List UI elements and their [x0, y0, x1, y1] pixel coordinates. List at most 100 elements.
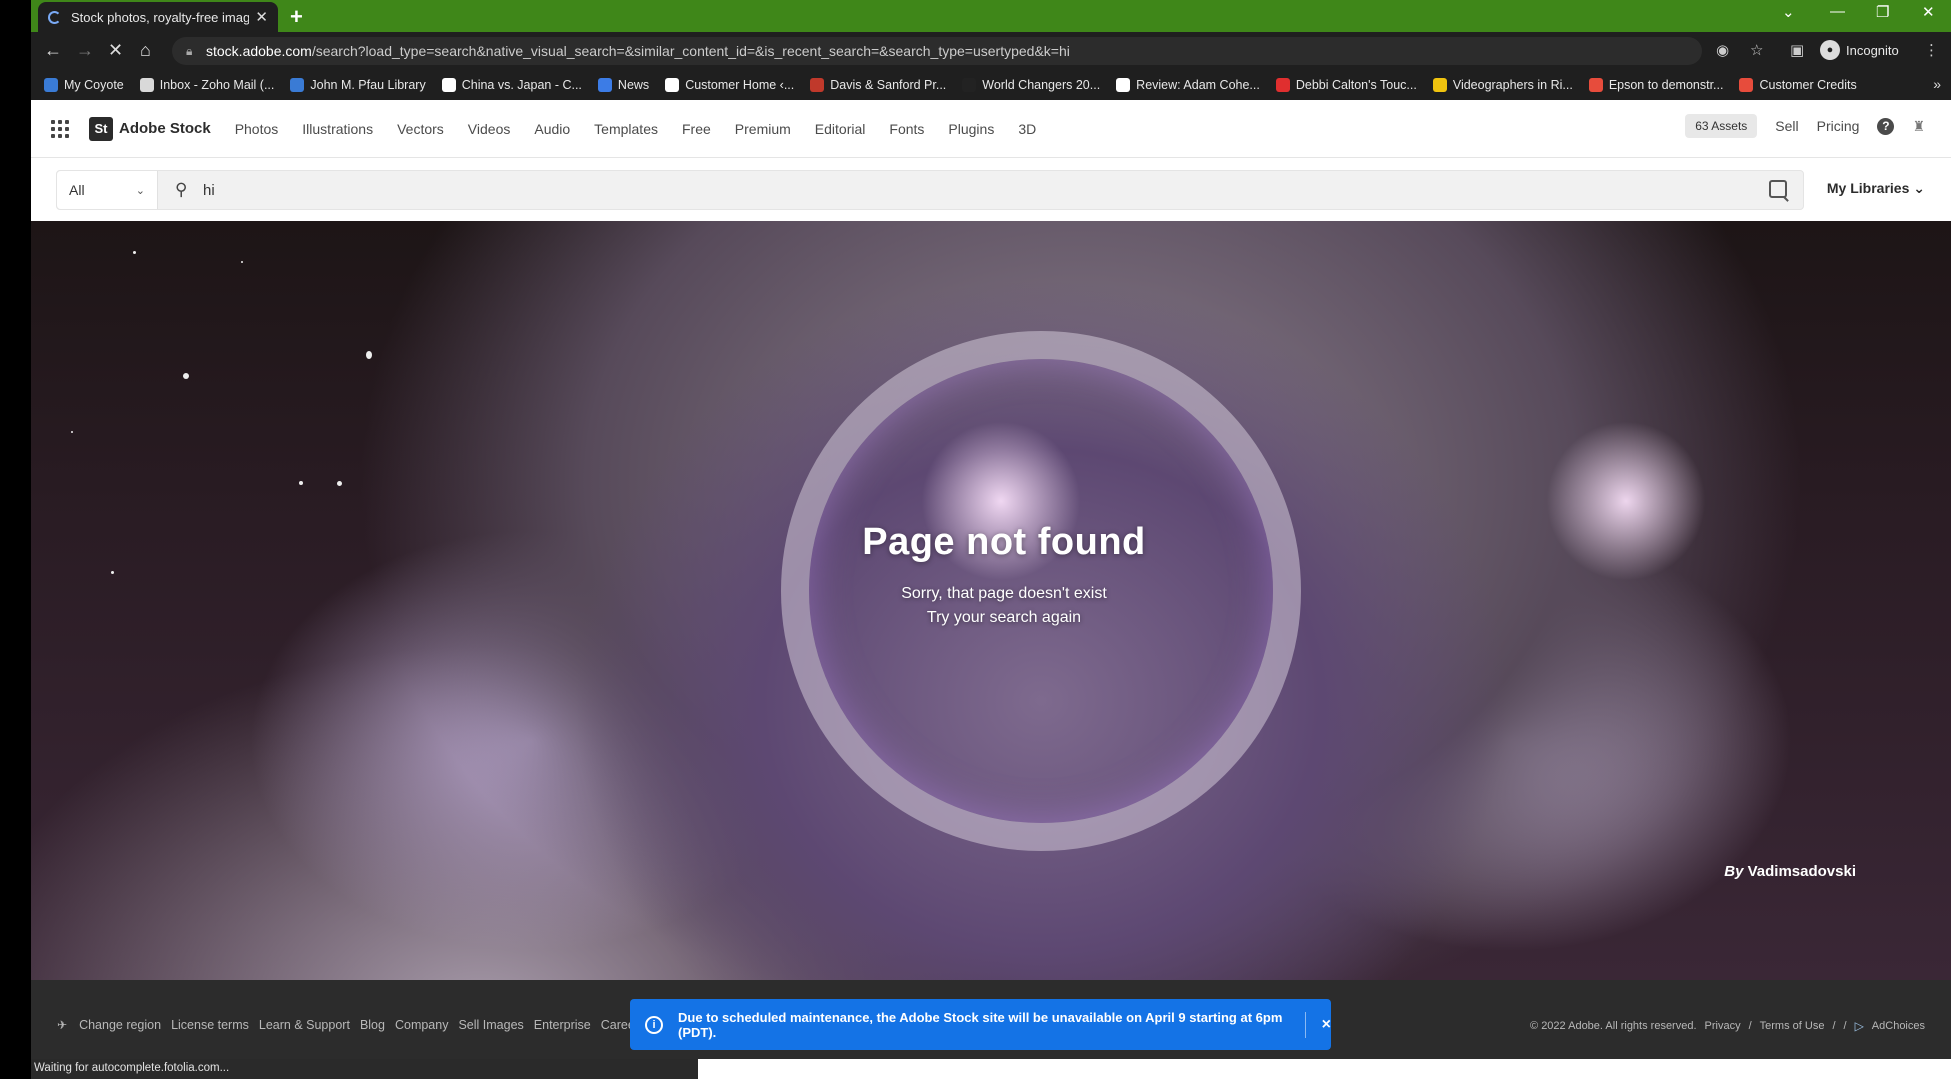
- banner-close-button[interactable]: ×: [1322, 1016, 1331, 1034]
- bookmarks-bar: My Coyote Inbox - Zoho Mail (... John M. P…: [31, 70, 1951, 100]
- forward-arrow-icon[interactable]: →: [76, 40, 94, 61]
- new-tab-button[interactable]: +: [290, 4, 303, 30]
- app-grid-icon[interactable]: [51, 119, 69, 138]
- home-icon[interactable]: ⌂: [140, 40, 151, 61]
- nav-link-audio[interactable]: Audio: [534, 121, 570, 137]
- footer-link-license-terms[interactable]: License terms: [171, 1018, 249, 1032]
- back-arrow-icon[interactable]: ←: [44, 40, 62, 61]
- pricing-link[interactable]: Pricing: [1817, 118, 1860, 134]
- adobe-stock-logo[interactable]: St: [89, 116, 113, 141]
- bookmark-label: China vs. Japan - C...: [461, 78, 582, 92]
- footer-link-enterprise[interactable]: Enterprise: [534, 1018, 591, 1032]
- bookmark-item[interactable]: China vs. Japan - C...: [441, 78, 582, 92]
- bookmark-favicon-icon: [597, 78, 612, 92]
- url-input[interactable]: 🔒︎ stock.adobe.com/search?load_type=sear…: [172, 37, 1702, 65]
- assets-badge[interactable]: 63 Assets: [1685, 114, 1758, 138]
- bookmark-label: Epson to demonstr...: [1608, 78, 1724, 92]
- incognito-label: Incognito: [1846, 42, 1899, 58]
- footer-link-learn-support[interactable]: Learn & Support: [259, 1018, 350, 1032]
- tab-bar: Stock photos, royalty-free image ✕ + ⌄ —…: [31, 0, 1951, 32]
- url-path: /search?load_type=search&native_visual_s…: [311, 43, 1070, 59]
- visual-search-icon[interactable]: [1769, 180, 1787, 198]
- bookmark-item[interactable]: Videographers in Ri...: [1432, 78, 1573, 92]
- nav-link-plugins[interactable]: Plugins: [948, 121, 994, 137]
- bookmark-item[interactable]: Debbi Calton's Touc...: [1275, 78, 1417, 92]
- bookmark-item[interactable]: Customer Home ‹...: [665, 78, 794, 92]
- nav-link-photos[interactable]: Photos: [235, 121, 279, 137]
- nav-link-editorial[interactable]: Editorial: [815, 121, 866, 137]
- asset-type-select[interactable]: All ⌄: [57, 171, 158, 209]
- tab-active[interactable]: Stock photos, royalty-free image ✕: [38, 2, 278, 32]
- tab-close-icon[interactable]: ✕: [255, 8, 268, 26]
- more-bookmarks-icon[interactable]: »: [1933, 76, 1941, 92]
- not-found-line-1: Sorry, that page doesn't exist: [901, 585, 1107, 602]
- bookmark-star-icon[interactable]: ☆: [1750, 41, 1763, 59]
- brand-name[interactable]: Adobe Stock: [119, 120, 211, 137]
- close-window-icon[interactable]: ✕: [1922, 3, 1935, 21]
- bookmark-item[interactable]: Epson to demonstr...: [1588, 78, 1724, 92]
- footer-link-blog[interactable]: Blog: [360, 1018, 385, 1032]
- bookmark-favicon-icon: [1116, 78, 1131, 92]
- search-input[interactable]: [203, 177, 1703, 203]
- bookmark-label: Davis & Sanford Pr...: [830, 78, 947, 92]
- help-icon[interactable]: ?: [1877, 117, 1895, 135]
- maintenance-banner: i Due to scheduled maintenance, the Adob…: [630, 999, 1331, 1050]
- asset-type-value: All: [69, 182, 85, 198]
- footer-links: ✈ Change region License terms Learn & Suppo…: [57, 1018, 645, 1032]
- stop-loading-icon[interactable]: ✕: [108, 40, 123, 61]
- bookmark-item[interactable]: Inbox - Zoho Mail (...: [139, 78, 275, 92]
- adchoices-icon[interactable]: ▷: [1855, 1019, 1864, 1033]
- tab-search-chevron-icon[interactable]: ⌄: [1782, 3, 1795, 21]
- bookmark-item[interactable]: John M. Pfau Library: [290, 78, 426, 92]
- info-icon: i: [645, 1015, 663, 1034]
- nav-link-illustrations[interactable]: Illustrations: [302, 121, 373, 137]
- bookmark-item[interactable]: Customer Credits: [1739, 78, 1857, 92]
- bookmark-item[interactable]: Davis & Sanford Pr...: [810, 78, 946, 92]
- site-header: St Adobe Stock Photos Illustrations Vector…: [31, 100, 1951, 158]
- minimize-icon[interactable]: —: [1830, 3, 1845, 20]
- search-bar: All ⌄ ⚲: [56, 170, 1804, 210]
- bookmark-favicon-icon: [1588, 78, 1603, 92]
- chevron-down-icon: ⌄: [135, 184, 145, 197]
- incognito-indicator[interactable]: ● Incognito: [1820, 40, 1899, 60]
- bookmark-favicon-icon: [1432, 78, 1447, 92]
- bookmark-label: Customer Credits: [1759, 78, 1857, 92]
- bookmark-item[interactable]: Review: Adam Cohe...: [1116, 78, 1260, 92]
- star: [366, 351, 372, 359]
- footer-link-sell-images[interactable]: Sell Images: [458, 1018, 523, 1032]
- url-host: stock.adobe.com: [206, 43, 312, 59]
- bookmark-item[interactable]: World Changers 20...: [962, 78, 1100, 92]
- nav-link-fonts[interactable]: Fonts: [889, 121, 924, 137]
- menu-kebab-icon[interactable]: ⋮: [1924, 41, 1939, 59]
- my-libraries-dropdown[interactable]: My Libraries ⌄: [1827, 180, 1925, 197]
- footer-link-company[interactable]: Company: [395, 1018, 449, 1032]
- side-panel-icon[interactable]: ▣: [1790, 41, 1804, 59]
- sell-link[interactable]: Sell: [1775, 118, 1798, 134]
- footer-legal: © 2022 Adobe. All rights reserved. Priva…: [1530, 1019, 1925, 1033]
- eye-slash-icon[interactable]: ◉: [1716, 41, 1729, 59]
- nav-link-videos[interactable]: Videos: [468, 121, 511, 137]
- credit-author-link[interactable]: Vadimsadovski: [1748, 863, 1856, 880]
- nav-link-templates[interactable]: Templates: [594, 121, 658, 137]
- profile-avatar-icon[interactable]: ♜: [1912, 118, 1925, 135]
- terms-link[interactable]: Terms of Use: [1760, 1020, 1825, 1032]
- bookmark-item[interactable]: My Coyote: [44, 78, 124, 92]
- nav-link-free[interactable]: Free: [682, 121, 711, 137]
- star: [71, 431, 73, 433]
- nav-link-premium[interactable]: Premium: [735, 121, 791, 137]
- nav-link-vectors[interactable]: Vectors: [397, 121, 444, 137]
- adchoices-link[interactable]: AdChoices: [1872, 1020, 1925, 1032]
- banner-message: Due to scheduled maintenance, the Adobe …: [678, 1009, 1283, 1040]
- nav-link-3d[interactable]: 3D: [1018, 121, 1036, 137]
- page-title: Page not found: [862, 521, 1146, 563]
- restore-icon[interactable]: ❐: [1876, 3, 1889, 21]
- bookmark-item[interactable]: News: [597, 78, 649, 92]
- credit-by: By: [1724, 863, 1744, 880]
- tab-title: Stock photos, royalty-free image: [71, 9, 250, 25]
- footer-link-change-region[interactable]: Change region: [79, 1018, 161, 1032]
- separator: /: [1843, 1020, 1847, 1032]
- bookmark-favicon-icon: [44, 78, 58, 92]
- privacy-link[interactable]: Privacy: [1705, 1020, 1741, 1032]
- bookmark-label: Inbox - Zoho Mail (...: [159, 78, 275, 92]
- separator: /: [1832, 1020, 1836, 1032]
